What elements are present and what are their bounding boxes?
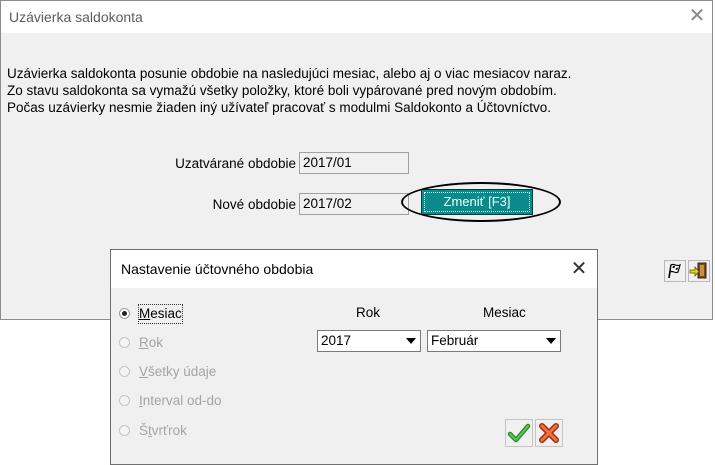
year-select[interactable]: 2017 bbox=[317, 330, 421, 352]
radio-circle-interval bbox=[119, 395, 130, 406]
radio-circle-all-data bbox=[119, 366, 130, 377]
chevron-down-icon[interactable] bbox=[402, 332, 419, 350]
new-period-label: Nové obdobie bbox=[212, 197, 296, 212]
exit-door-icon bbox=[689, 262, 707, 279]
description-line-2: Zo stavu saldokonta sa vymažú všetky pol… bbox=[7, 83, 557, 98]
radio-year[interactable]: Rok bbox=[119, 334, 199, 354]
year-header: Rok bbox=[356, 305, 381, 320]
flag-button[interactable] bbox=[664, 260, 686, 282]
radio-circle-month bbox=[119, 308, 130, 319]
change-period-button[interactable]: Zmeniť [F3] bbox=[421, 189, 533, 215]
radio-month[interactable]: Mesiac bbox=[119, 304, 199, 325]
month-select[interactable]: Február bbox=[427, 330, 561, 352]
cancel-button[interactable] bbox=[535, 419, 563, 447]
new-period-field: 2017/02 bbox=[299, 193, 409, 215]
main-titlebar: Uzávierka saldokonta ✕ bbox=[1, 1, 712, 33]
radio-quarter-label: Štvrťrok bbox=[139, 423, 187, 438]
dialog-title: Nastavenie účtovného obdobia bbox=[121, 261, 314, 277]
month-header: Mesiac bbox=[483, 305, 526, 320]
checkmark-icon bbox=[507, 423, 531, 443]
radio-circle-year bbox=[119, 337, 130, 348]
exit-button[interactable] bbox=[688, 260, 710, 282]
cancel-x-icon bbox=[539, 423, 559, 443]
close-icon[interactable]: ✕ bbox=[686, 5, 708, 27]
confirm-button[interactable] bbox=[505, 419, 533, 447]
radio-quarter[interactable]: Štvrťrok bbox=[119, 422, 229, 442]
month-select-value: Február bbox=[431, 333, 479, 348]
description-line-1: Uzávierka saldokonta posunie obdobie na … bbox=[7, 66, 572, 81]
radio-interval-label: Interval od-do bbox=[139, 393, 222, 408]
main-window-title: Uzávierka saldokonta bbox=[9, 9, 143, 25]
year-select-value: 2017 bbox=[321, 333, 352, 348]
description-line-3: Počas uzávierky nesmie žiaden iný užívat… bbox=[7, 100, 552, 115]
radio-interval[interactable]: Interval od-do bbox=[119, 392, 259, 412]
radio-all-data[interactable]: Všetky údaje bbox=[119, 363, 249, 383]
dialog-close-icon[interactable]: ✕ bbox=[567, 257, 591, 281]
closing-period-label: Uzatvárané obdobie bbox=[175, 156, 296, 171]
dialog-titlebar: Nastavenie účtovného obdobia ✕ bbox=[111, 250, 597, 288]
closing-period-field: 2017/01 bbox=[299, 152, 409, 174]
radio-month-label: Mesiac bbox=[138, 304, 183, 324]
radio-selected-dot bbox=[122, 311, 127, 316]
radio-circle-quarter bbox=[119, 425, 130, 436]
radio-year-label: Rok bbox=[139, 335, 164, 350]
chevron-down-icon[interactable] bbox=[542, 332, 559, 350]
flag-icon bbox=[668, 263, 681, 279]
radio-all-data-label: Všetky údaje bbox=[139, 364, 217, 379]
period-settings-dialog: Nastavenie účtovného obdobia ✕ Mesiac Ro… bbox=[110, 249, 598, 465]
